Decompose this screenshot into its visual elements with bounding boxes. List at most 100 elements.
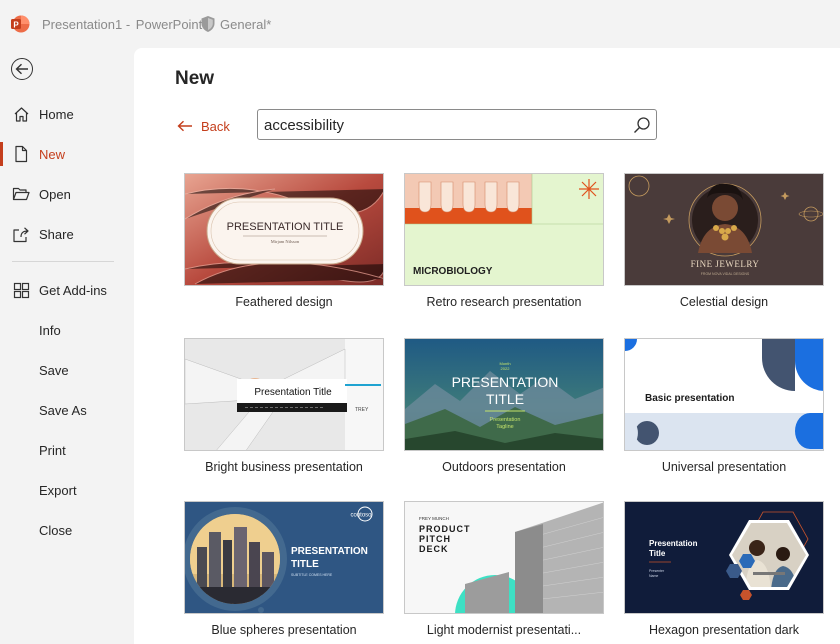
sidebar-item-export[interactable]: Export <box>0 472 134 508</box>
template-thumbnail: Month 2022 PRESENTATION TITLE Presentati… <box>404 338 604 451</box>
template-feathered-design[interactable]: PRESENTATION TITLE Mirjam Nilsson Feathe… <box>184 173 384 323</box>
template-name: Hexagon presentation dark <box>648 623 800 637</box>
thumb-title: Presentation Title <box>254 387 332 398</box>
sidebar-item-save-as[interactable]: Save As <box>0 392 134 428</box>
thumb-title-line-2: PITCH <box>419 534 451 544</box>
back-link-label: Back <box>201 118 230 134</box>
thumb-subtitle: Mirjam Nilsson <box>271 239 300 244</box>
thumb-top: FREY MUNCH <box>419 516 449 521</box>
share-icon <box>12 225 30 243</box>
thumb-subtitle: FROM NOVA VIDAL DESIGNS <box>701 272 750 276</box>
template-thumbnail: Presentation Title TREY <box>184 338 384 451</box>
template-thumbnail: FREY MUNCH PRODUCT PITCH DECK <box>404 501 604 614</box>
template-outdoors[interactable]: Month 2022 PRESENTATION TITLE Presentati… <box>404 338 604 488</box>
sidebar-item-label: Print <box>39 442 66 458</box>
thumb-title: PRESENTATION TITLE <box>227 221 344 233</box>
thumb-title: MICROBIOLOGY <box>413 266 493 277</box>
backstage-back-button[interactable] <box>11 58 33 80</box>
sensitivity-shield-icon[interactable] <box>200 15 216 33</box>
thumb-title: FINE JEWELRY <box>691 259 760 269</box>
template-thumbnail: FINE JEWELRY FROM NOVA VIDAL DESIGNS <box>624 173 824 286</box>
title-bar: P Presentation1 - PowerPoint General* <box>0 0 840 48</box>
thumb-subtitle-line-2: Tagline <box>496 424 513 430</box>
thumb-title-line-1: PRESENTATION <box>291 546 368 557</box>
thumb-subtitle: SUBTITLE COMES HERE <box>291 573 333 577</box>
template-name: Celestial design <box>679 295 769 309</box>
thumb-title-line-1: PRODUCT <box>419 524 471 534</box>
search-button[interactable] <box>632 115 652 135</box>
page-title: New <box>175 68 215 89</box>
back-arrow-icon <box>15 63 28 75</box>
thumb-title-line-2: Title <box>649 549 666 558</box>
thumb-title-line-2: TITLE <box>486 391 524 407</box>
template-name: Outdoors presentation <box>442 460 566 474</box>
template-name: Light modernist presentati... <box>426 623 582 637</box>
thumb-title: Basic presentation <box>645 393 734 404</box>
back-arrow-icon <box>177 120 192 132</box>
document-name: Presentation1 <box>42 17 123 32</box>
back-link[interactable]: Back <box>177 116 230 136</box>
template-thumbnail: Presentation Title Presenter Name <box>624 501 824 614</box>
sidebar-item-new[interactable]: New <box>0 136 134 172</box>
thumb-title-line-1: Presentation <box>649 539 698 548</box>
sidebar-item-open[interactable]: Open <box>0 176 134 212</box>
sidebar-item-label: New <box>39 146 66 162</box>
sidebar-item-label: Export <box>39 482 77 498</box>
template-name: Blue spheres presentation <box>211 623 357 637</box>
template-name: Feathered design <box>235 295 333 309</box>
thumb-subtitle-line-1: Presenter <box>649 569 665 573</box>
template-universal[interactable]: Basic presentation Universal presentatio… <box>624 338 824 488</box>
template-thumbnail: contoso PRESENTATION TITLE SUBTITLE COME… <box>184 501 384 614</box>
template-search-input[interactable] <box>264 114 624 136</box>
template-hexagon-dark[interactable]: Presentation Title Presenter Name Hexago… <box>624 501 824 644</box>
app-name: PowerPoint <box>135 17 203 32</box>
sidebar-item-label: Get Add-ins <box>39 282 107 298</box>
sidebar-item-label: Home <box>39 106 74 122</box>
title-separator: - <box>122 17 134 32</box>
thumb-subtitle: TREY <box>355 407 369 413</box>
template-search-box[interactable] <box>257 109 657 140</box>
template-celestial-design[interactable]: FINE JEWELRY FROM NOVA VIDAL DESIGNS Cel… <box>624 173 824 323</box>
template-retro-research[interactable]: MICROBIOLOGY Retro research presentation <box>404 173 604 323</box>
backstage-sidebar: Home New Open Share Get Add-ins Info Sav… <box>0 48 134 644</box>
template-thumbnail: PRESENTATION TITLE Mirjam Nilsson <box>184 173 384 286</box>
sidebar-item-label: Save <box>39 362 69 378</box>
sidebar-item-close[interactable]: Close <box>0 512 134 548</box>
thumb-brand: contoso <box>350 513 372 519</box>
thumb-subtitle-line-1: Presentation <box>490 417 521 423</box>
new-panel: New Back PRESENTATION TITLE Mirjam Nilss… <box>134 48 840 644</box>
search-icon <box>634 117 650 133</box>
sidebar-item-print[interactable]: Print <box>0 432 134 468</box>
sensitivity-label[interactable]: General* <box>220 17 271 32</box>
sidebar-item-get-add-ins[interactable]: Get Add-ins <box>0 272 134 308</box>
powerpoint-logo-icon: P <box>11 15 30 33</box>
sidebar-divider <box>12 261 114 262</box>
svg-text:P: P <box>13 20 19 29</box>
sidebar-item-label: Save As <box>39 402 87 418</box>
sidebar-item-share[interactable]: Share <box>0 216 134 252</box>
sidebar-item-label: Share <box>39 226 74 242</box>
sidebar-item-label: Open <box>39 186 71 202</box>
thumb-title-line-3: DECK <box>419 544 449 554</box>
template-blue-spheres[interactable]: contoso PRESENTATION TITLE SUBTITLE COME… <box>184 501 384 644</box>
sidebar-item-info[interactable]: Info <box>0 312 134 348</box>
window-title: Presentation1 - PowerPoint <box>42 17 202 32</box>
template-light-modernist[interactable]: FREY MUNCH PRODUCT PITCH DECK Light mode… <box>404 501 604 644</box>
sidebar-item-label: Info <box>39 322 61 338</box>
sidebar-item-home[interactable]: Home <box>0 96 134 132</box>
thumb-subtitle-line-2: Name <box>649 574 658 578</box>
template-name: Universal presentation <box>661 460 787 474</box>
new-doc-icon <box>12 145 30 163</box>
thumb-title-line-2: TITLE <box>291 559 319 570</box>
template-bright-business[interactable]: Presentation Title TREY Bright business … <box>184 338 384 488</box>
sidebar-item-label: Close <box>39 522 73 538</box>
sidebar-item-save[interactable]: Save <box>0 352 134 388</box>
add-ins-icon <box>12 281 30 299</box>
template-name: Bright business presentation <box>205 460 363 474</box>
template-name: Retro research presentation <box>426 295 582 309</box>
home-icon <box>12 105 30 123</box>
thumb-title-line-1: PRESENTATION <box>452 374 559 390</box>
template-thumbnail: Basic presentation <box>624 338 824 451</box>
folder-open-icon <box>12 185 30 203</box>
thumb-top-line-2: 2022 <box>501 366 511 371</box>
